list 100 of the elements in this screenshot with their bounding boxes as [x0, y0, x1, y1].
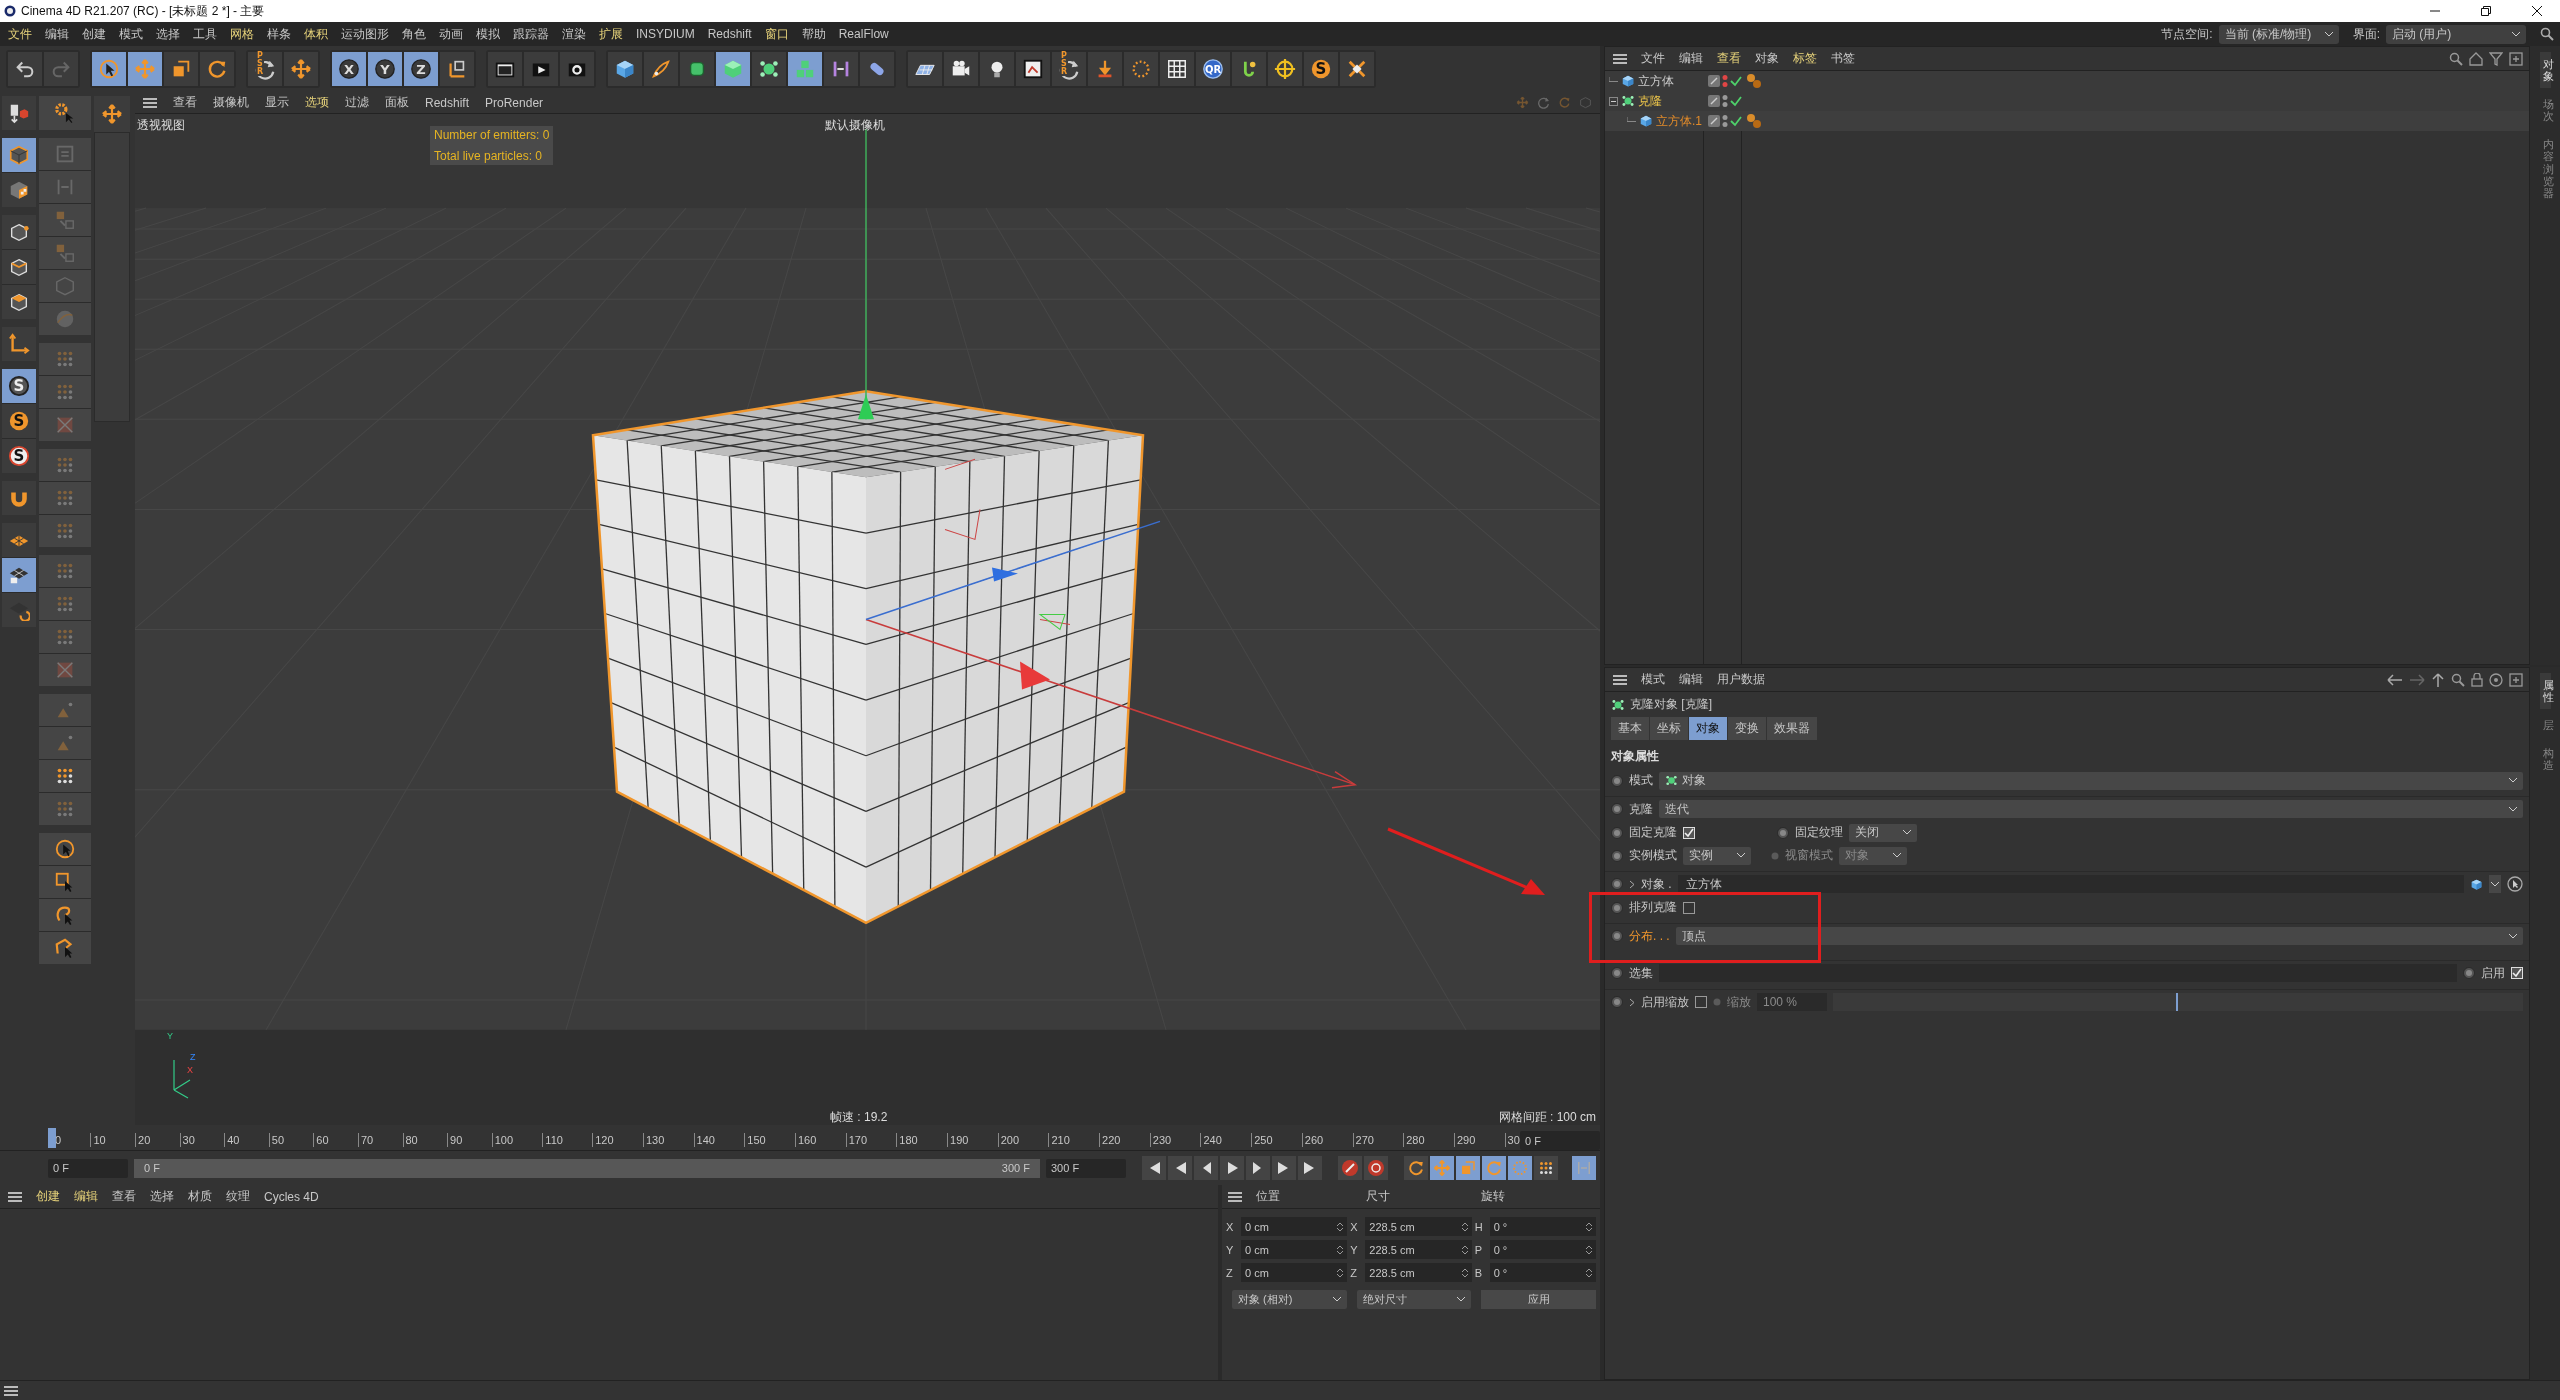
- menu-item[interactable]: 模拟: [476, 25, 500, 43]
- object-link-field[interactable]: 立方体: [1677, 875, 2464, 893]
- coordinate-field[interactable]: 228.5 cm: [1365, 1217, 1472, 1236]
- menu-item[interactable]: 创建: [82, 25, 106, 43]
- menu-item[interactable]: 对象: [1755, 50, 1779, 67]
- side-tab[interactable]: 构造: [2539, 741, 2551, 778]
- field-label: 排列克隆: [1629, 899, 1677, 916]
- ruler-label: 70: [357, 1133, 374, 1147]
- coordinate-field[interactable]: 0 cm: [1241, 1263, 1348, 1282]
- tab[interactable]: 变换: [1728, 717, 1766, 740]
- menu-item[interactable]: 渲染: [562, 25, 586, 43]
- ruler-label: 20: [135, 1133, 151, 1147]
- range-label: 300 F: [1001, 1162, 1030, 1174]
- dropdown[interactable]: 顶点: [1675, 927, 2523, 945]
- object-name[interactable]: 立方体: [1638, 72, 1674, 90]
- coordinate-field[interactable]: 0 °: [1489, 1217, 1596, 1236]
- dropdown[interactable]: 当前 (标准/物理): [2218, 24, 2339, 44]
- menu-item[interactable]: 样条: [267, 25, 291, 43]
- menu-item[interactable]: 查看: [1717, 50, 1741, 67]
- menu-item[interactable]: 过滤: [345, 94, 369, 111]
- node-space-label: 节点空间:: [2161, 25, 2213, 43]
- menu-item[interactable]: 摄像机: [213, 94, 249, 111]
- menu-item[interactable]: 动画: [439, 25, 463, 43]
- menu-item[interactable]: 纹理: [226, 1188, 250, 1205]
- menu-item[interactable]: Redshift: [425, 95, 470, 110]
- field-label: 缩放: [1727, 993, 1751, 1011]
- frame-field[interactable]: 0 F: [48, 1158, 128, 1178]
- menu-item[interactable]: 选择: [150, 1188, 174, 1205]
- menu-item[interactable]: 编辑: [74, 1188, 98, 1205]
- view-name: 透视视图: [137, 117, 185, 134]
- frame-field[interactable]: 300 F: [1046, 1158, 1126, 1178]
- tool-button[interactable]: S: [2, 369, 36, 403]
- object-title: 克隆对象 [克隆]: [1630, 696, 1712, 713]
- axis-label: H: [1474, 1220, 1484, 1233]
- menu-item[interactable]: 显示: [265, 94, 289, 111]
- field-label: 模式: [1629, 772, 1653, 789]
- menu-item[interactable]: 编辑: [45, 25, 69, 43]
- tab[interactable]: 效果器: [1767, 717, 1817, 740]
- dropdown[interactable]: 关闭: [1849, 823, 1917, 842]
- tool-button[interactable]: QR: [1196, 52, 1230, 86]
- menu-item[interactable]: 角色: [402, 25, 426, 43]
- coordinate-field[interactable]: 0 °: [1489, 1240, 1596, 1259]
- tool-button[interactable]: S: [2, 404, 36, 438]
- object-name[interactable]: 立方体.1: [1656, 112, 1702, 130]
- menu-item[interactable]: 文件: [8, 25, 32, 43]
- dropdown[interactable]: 对象: [1659, 771, 2523, 790]
- menu-item[interactable]: RealFlow: [838, 27, 889, 41]
- menu-item[interactable]: ProRender: [485, 95, 544, 110]
- menu-item[interactable]: 帮助: [801, 25, 826, 43]
- menu-item[interactable]: 书签: [1831, 50, 1855, 67]
- menu-item[interactable]: 模式: [119, 25, 143, 43]
- menu-item[interactable]: 标签: [1793, 50, 1817, 67]
- menu-item[interactable]: 扩展: [599, 25, 623, 43]
- tool-button[interactable]: Z: [404, 52, 438, 86]
- menu-item[interactable]: 工具: [193, 25, 217, 43]
- scale-field[interactable]: 100 %: [1757, 993, 1827, 1011]
- dropdown[interactable]: 对象 (相对): [1232, 1290, 1347, 1309]
- menu-item[interactable]: 运动图形: [341, 25, 389, 43]
- object-name[interactable]: 克隆: [1638, 92, 1662, 110]
- dropdown[interactable]: 绝对尺寸: [1356, 1290, 1472, 1309]
- menu-item[interactable]: 面板: [385, 94, 409, 111]
- menu-item[interactable]: 编辑: [1679, 50, 1703, 67]
- coordinate-field[interactable]: 0 cm: [1241, 1240, 1348, 1259]
- menu-item[interactable]: Redshift: [707, 27, 752, 41]
- coordinate-field[interactable]: 0 cm: [1241, 1217, 1348, 1236]
- tool-button[interactable]: PSR: [248, 52, 282, 86]
- frame-field[interactable]: 0 F: [1520, 1131, 1600, 1150]
- apply-button[interactable]: 应用: [1481, 1290, 1596, 1309]
- menu-item[interactable]: 体积: [304, 25, 328, 43]
- menu-item[interactable]: 查看: [112, 1188, 136, 1205]
- menu-item[interactable]: 材质: [188, 1188, 212, 1205]
- coordinate-field[interactable]: 0 °: [1489, 1263, 1596, 1282]
- dropdown[interactable]: 迭代: [1659, 800, 2523, 818]
- tool-button[interactable]: Y: [368, 52, 402, 86]
- ruler-label: 90: [447, 1133, 463, 1147]
- tab[interactable]: 坐标: [1650, 717, 1688, 740]
- menu-item[interactable]: 网格: [230, 25, 254, 43]
- tool-button[interactable]: S: [2, 439, 36, 473]
- menu-item[interactable]: 文件: [1641, 50, 1665, 67]
- tab[interactable]: 对象: [1689, 717, 1727, 740]
- coordinate-field[interactable]: 228.5 cm: [1365, 1263, 1472, 1282]
- dropdown[interactable]: 实例: [1683, 846, 1751, 865]
- menu-item[interactable]: 跟踪器: [513, 25, 549, 43]
- menu-item[interactable]: INSYDIUM: [636, 27, 695, 41]
- menu-item[interactable]: 创建: [36, 1188, 60, 1205]
- frame-range-slider[interactable]: 0 F 300 F: [134, 1158, 1040, 1178]
- tool-button[interactable]: PSR: [1052, 52, 1086, 86]
- menu-item[interactable]: 窗口: [764, 25, 789, 43]
- menu-item[interactable]: 选择: [156, 25, 180, 43]
- tool-button[interactable]: X: [332, 52, 366, 86]
- tab[interactable]: 基本: [1611, 717, 1649, 740]
- tool-button[interactable]: S: [1304, 52, 1338, 86]
- dropdown[interactable]: 启动 (用户): [2386, 24, 2526, 44]
- menu-item[interactable]: 模式: [1641, 671, 1665, 688]
- menu-item[interactable]: 查看: [173, 94, 197, 111]
- menu-item[interactable]: Cycles 4D: [264, 1189, 319, 1204]
- menu-item[interactable]: 用户数据: [1717, 671, 1765, 688]
- menu-item[interactable]: 选项: [305, 94, 329, 111]
- coordinate-field[interactable]: 228.5 cm: [1365, 1240, 1472, 1259]
- menu-item[interactable]: 编辑: [1679, 671, 1703, 688]
